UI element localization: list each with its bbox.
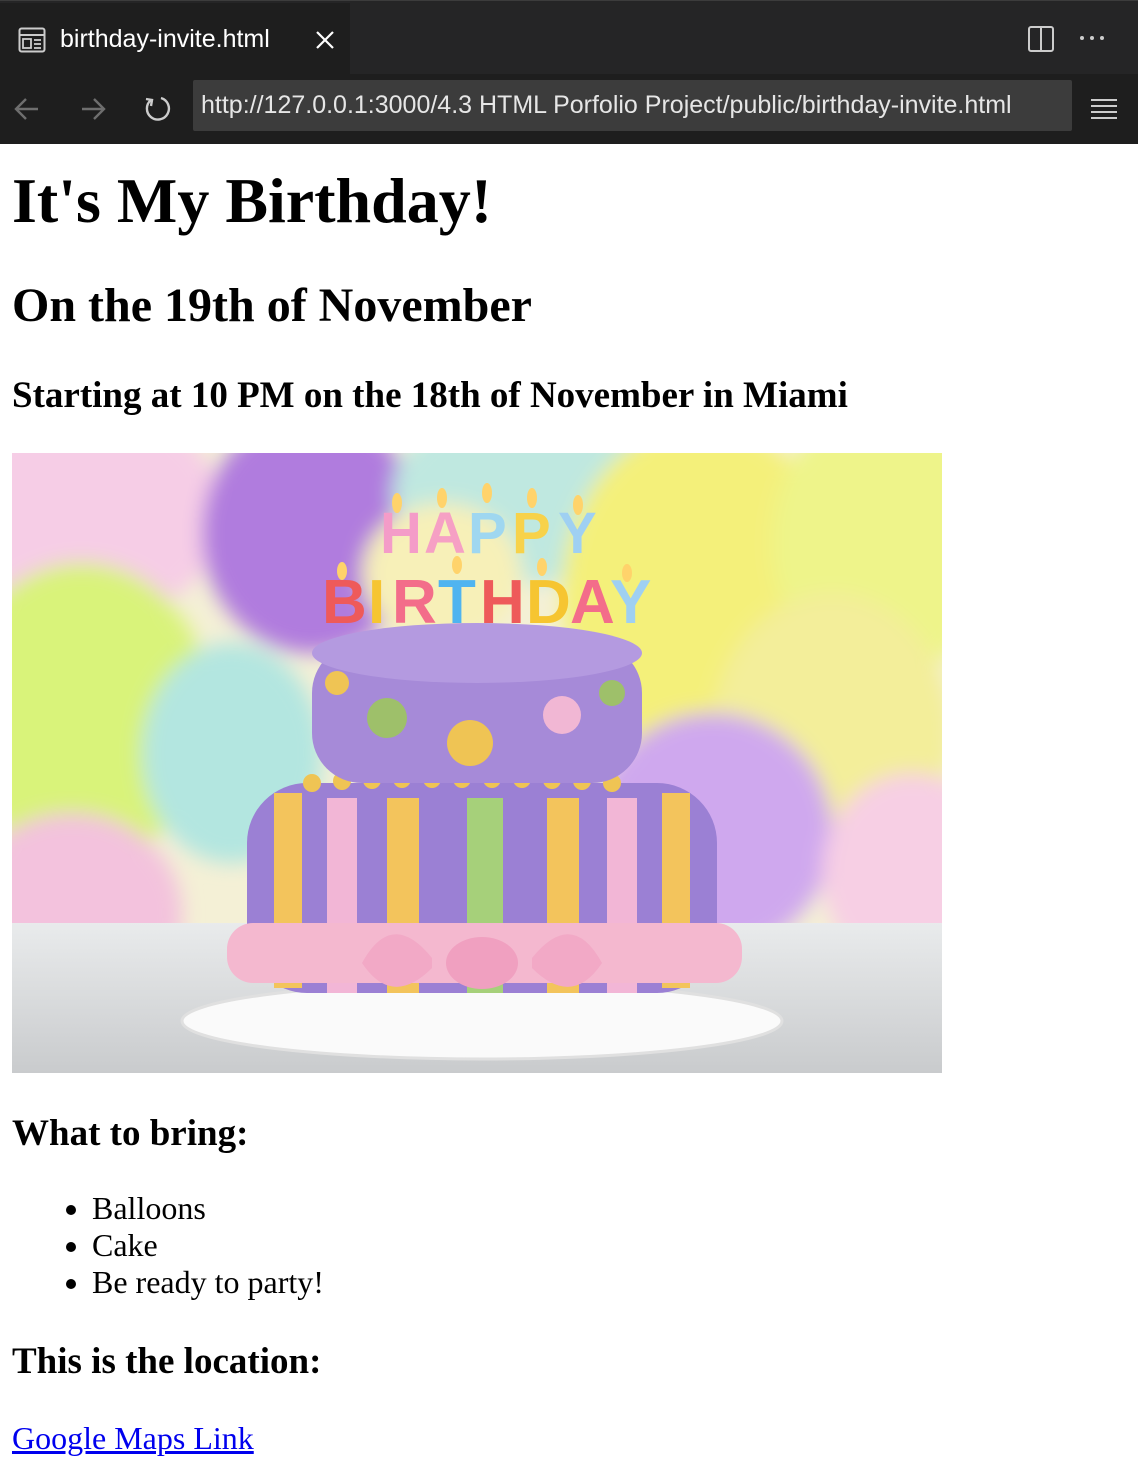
google-maps-link[interactable]: Google Maps Link xyxy=(12,1420,254,1457)
svg-text:I: I xyxy=(368,568,385,637)
birthday-cake-image: H A P P Y B I R T H D A Y xyxy=(12,453,942,1073)
list-item: Be ready to party! xyxy=(92,1264,324,1301)
location-heading: This is the location: xyxy=(12,1341,322,1382)
tab-birthday-invite[interactable]: birthday-invite.html xyxy=(0,3,350,75)
list-item: Balloons xyxy=(92,1190,324,1227)
forward-arrow-icon[interactable] xyxy=(76,92,110,126)
date-heading: On the 19th of November xyxy=(12,279,532,332)
page-title: It's My Birthday! xyxy=(12,165,492,236)
list-item: Cake xyxy=(92,1227,324,1264)
split-editor-icon[interactable] xyxy=(1027,25,1055,53)
back-arrow-icon[interactable] xyxy=(10,92,44,126)
svg-text:A: A xyxy=(570,568,615,637)
url-input[interactable] xyxy=(193,80,1072,131)
svg-text:H: H xyxy=(380,501,422,566)
page-icon xyxy=(18,27,46,53)
url-bar[interactable] xyxy=(193,80,1072,131)
more-icon[interactable] xyxy=(1077,26,1107,50)
svg-text:D: D xyxy=(526,568,571,637)
bring-list: Balloons Cake Be ready to party! xyxy=(92,1190,324,1301)
navigation-bar xyxy=(0,74,1138,144)
start-heading: Starting at 10 PM on the 18th of Novembe… xyxy=(12,375,848,416)
what-to-bring-heading: What to bring: xyxy=(12,1113,249,1154)
svg-text:R: R xyxy=(392,568,437,637)
tab-title: birthday-invite.html xyxy=(60,25,270,53)
svg-text:H: H xyxy=(480,568,525,637)
tab-bar: birthday-invite.html xyxy=(0,0,1138,75)
reload-icon[interactable] xyxy=(141,92,175,126)
svg-text:P: P xyxy=(468,501,507,566)
menu-icon[interactable] xyxy=(1088,94,1120,124)
svg-text:A: A xyxy=(424,501,466,566)
svg-text:T: T xyxy=(438,568,476,637)
svg-text:P: P xyxy=(512,501,551,566)
close-icon[interactable] xyxy=(314,29,336,51)
